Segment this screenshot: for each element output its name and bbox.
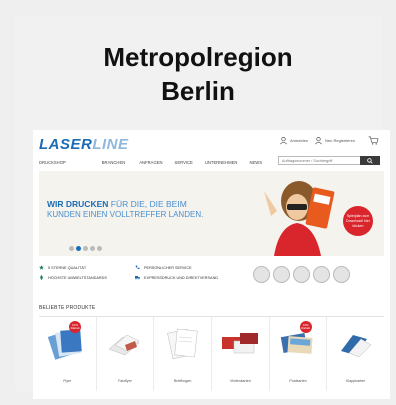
seal-120er bbox=[253, 266, 270, 283]
login-link[interactable]: Anmelden bbox=[279, 136, 308, 145]
search-button[interactable] bbox=[360, 156, 380, 165]
hero-banner[interactable]: WIR DRUCKEN FÜR DIE, DIE BEIM KUNDEN EIN… bbox=[39, 171, 384, 256]
register-icon bbox=[315, 136, 322, 145]
postkarten-image bbox=[280, 333, 313, 354]
product-briefbogen[interactable]: Briefbogen bbox=[154, 317, 213, 391]
hero-subline: KUNDEN EINEN VOLLTREFFER LANDEN. bbox=[47, 210, 204, 219]
register-link[interactable]: Neu Registrieren bbox=[314, 136, 355, 145]
nav-item-news[interactable]: NEWS bbox=[249, 160, 262, 165]
seal-co2 bbox=[333, 266, 350, 283]
nav-item-unternehmen[interactable]: UNTERNEHMEN bbox=[205, 160, 238, 165]
certification-seals bbox=[253, 266, 350, 283]
download-badge[interactable]: Spielplan zum Download! hier klicken bbox=[343, 206, 373, 236]
nav-item-branchen[interactable]: BRANCHEN bbox=[102, 160, 126, 165]
slider-dots bbox=[69, 246, 102, 251]
search-input[interactable]: Auftragsnummer / Suchbegriff bbox=[278, 156, 368, 165]
login-label: Anmelden bbox=[290, 138, 309, 143]
heading-line2: Berlin bbox=[161, 76, 235, 106]
flyer-image bbox=[47, 329, 82, 360]
product-visitenkarten[interactable]: Visitenkarten bbox=[212, 317, 270, 391]
star-icon bbox=[39, 265, 44, 270]
sale-badge: 10% Rabatt bbox=[69, 321, 81, 333]
hero-headline: WIR DRUCKEN FÜR DIE, DIE BEIM bbox=[47, 199, 187, 209]
hero-headline-light: FÜR DIE, DIE BEIM bbox=[108, 199, 187, 209]
user-icon bbox=[280, 136, 287, 145]
slider-dot[interactable] bbox=[69, 246, 74, 251]
product-postkarten[interactable]: 10% Rabatt Postkarten bbox=[270, 317, 328, 391]
slider-dot[interactable] bbox=[83, 246, 88, 251]
slider-dot[interactable] bbox=[97, 246, 102, 251]
product-falzflyer[interactable]: Falzflyer bbox=[97, 317, 155, 391]
search-icon bbox=[367, 157, 373, 164]
klappkarten-image bbox=[341, 335, 372, 358]
nav-item-service[interactable]: SERVICE bbox=[175, 160, 193, 165]
heading-line1: Metropolregion bbox=[103, 42, 293, 72]
feature-quality: 5 STERNE QUALITÄT bbox=[39, 265, 86, 270]
visitenkarten-image bbox=[222, 333, 259, 354]
cart-link[interactable] bbox=[368, 136, 379, 145]
feature-environment: HÖCHSTE UMWELTSTANDARDS bbox=[39, 275, 107, 280]
product-label: Visitenkarten bbox=[229, 379, 251, 383]
product-flyer[interactable]: 10% Rabatt Flyer bbox=[39, 317, 97, 391]
truck-icon bbox=[135, 276, 140, 280]
website-screenshot: LASERLINE Anmelden Neu Registrieren DRUC… bbox=[33, 130, 390, 399]
main-nav: DRUCKSHOP BRANCHEN ANFRAGEN SERVICE UNTE… bbox=[39, 160, 276, 165]
leaf-icon bbox=[40, 275, 43, 280]
slider-dot-active[interactable] bbox=[76, 246, 81, 251]
seal-license bbox=[273, 266, 290, 283]
logo-accent: LINE bbox=[92, 136, 129, 153]
feature-label: EXPRESSDRUCK UND DIREKTVERSAND bbox=[144, 275, 219, 280]
product-label: Flyer bbox=[63, 379, 72, 383]
briefbogen-image bbox=[167, 328, 198, 360]
feature-express: EXPRESSDRUCK UND DIREKTVERSAND bbox=[135, 275, 218, 280]
register-label: Neu Registrieren bbox=[325, 138, 356, 143]
product-klappkarten[interactable]: Klappkarten bbox=[327, 317, 384, 391]
feature-service: PERSÖNLICHER SERVICE bbox=[135, 265, 192, 270]
product-label: Postkarten bbox=[289, 379, 307, 383]
phone-icon bbox=[135, 265, 140, 270]
product-label: Klappkarten bbox=[346, 379, 366, 383]
feature-label: 5 STERNE QUALITÄT bbox=[48, 265, 87, 270]
logo-main: LASER bbox=[39, 136, 93, 153]
laserline-logo[interactable]: LASERLINE bbox=[39, 136, 129, 153]
product-label: Falzflyer bbox=[118, 379, 132, 383]
cart-icon bbox=[368, 136, 379, 145]
section-title: BELIEBTE PRODUKTE bbox=[39, 305, 96, 311]
falzflyer-image bbox=[108, 334, 140, 356]
feature-label: PERSÖNLICHER SERVICE bbox=[144, 265, 192, 270]
product-label: Briefbogen bbox=[173, 379, 192, 383]
seal-fsc bbox=[313, 266, 330, 283]
product-list: 10% Rabatt Flyer Falzflyer Briefbogen Vi… bbox=[39, 316, 384, 391]
feature-label: HÖCHSTE UMWELTSTANDARDS bbox=[48, 275, 107, 280]
nav-item-druckshop[interactable]: DRUCKSHOP bbox=[39, 160, 66, 165]
seal-quality bbox=[293, 266, 310, 283]
hero-headline-bold: WIR DRUCKEN bbox=[47, 199, 109, 209]
sale-badge: 10% Rabatt bbox=[299, 321, 312, 333]
slider-dot[interactable] bbox=[90, 246, 95, 251]
nav-item-anfragen[interactable]: ANFRAGEN bbox=[139, 160, 162, 165]
